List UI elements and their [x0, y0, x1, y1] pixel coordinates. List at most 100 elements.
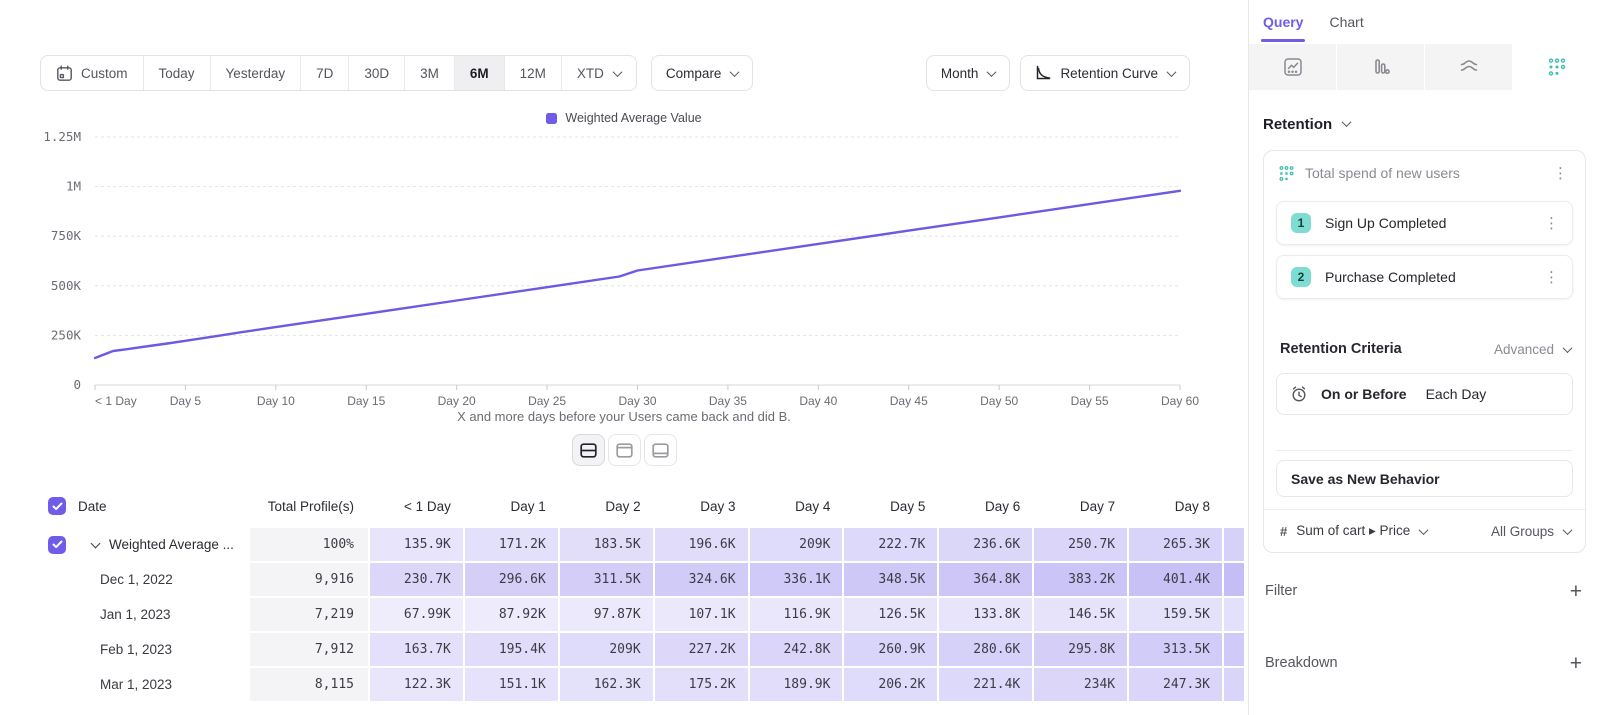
retention-icon — [1547, 57, 1567, 77]
tab-query[interactable]: Query — [1263, 0, 1303, 44]
measurement-selector[interactable]: Sum of cart ▸ Price — [1296, 523, 1482, 539]
date-range-group[interactable]: CustomTodayYesterday7D30D3M6M12MXTD — [40, 55, 637, 91]
header-day: Day 1 — [465, 499, 558, 514]
retention-value-cell: 195.4K — [465, 633, 558, 666]
retention-value-cell: 364.8K — [939, 563, 1032, 596]
retention-value-cell: 163.7K — [370, 633, 463, 666]
table-row[interactable]: Jan 1, 20237,21967.99K87.92K97.87K107.1K… — [40, 596, 1248, 631]
row-checkbox[interactable] — [48, 536, 66, 554]
kebab-menu-icon[interactable]: ⋮ — [1541, 268, 1562, 286]
retention-value-cell: 230.7K — [370, 563, 463, 596]
chevron-down-icon[interactable] — [91, 538, 101, 548]
row-date: Jan 1, 2023 — [40, 598, 248, 631]
chevron-down-icon — [612, 67, 622, 77]
retention-value-cell: 107.1K — [655, 598, 748, 631]
x-axis-label: Day 15 — [347, 394, 385, 408]
retention-value-cell: 383.2K — [1034, 563, 1127, 596]
tab-chart[interactable]: Chart — [1329, 0, 1363, 44]
number-type-icon: # — [1280, 524, 1287, 539]
save-as-new-behavior-button[interactable]: Save as New Behavior — [1276, 460, 1573, 497]
layout-split-button[interactable] — [572, 434, 605, 466]
chevron-down-icon — [1419, 525, 1429, 535]
x-axis-label: Day 55 — [1071, 394, 1109, 408]
range-yesterday[interactable]: Yesterday — [210, 56, 301, 90]
table-row[interactable]: Dec 1, 20229,916230.7K296.6K311.5K324.6K… — [40, 561, 1248, 596]
chevron-down-icon — [1167, 67, 1177, 77]
y-axis-label: 1.25M — [43, 129, 81, 144]
range-3m[interactable]: 3M — [404, 56, 454, 90]
x-axis-label: Day 45 — [890, 394, 928, 408]
y-axis-label: 0 — [73, 377, 81, 392]
retention-value-cell: 313.5K — [1129, 633, 1222, 666]
query-panel: Query Chart — [1248, 0, 1600, 715]
retention-value-cell: 67.99K — [370, 598, 463, 631]
range-12m[interactable]: 12M — [504, 56, 561, 90]
layout-chart-top-button[interactable] — [608, 434, 641, 466]
retention-value-cell: 295.8K — [1034, 633, 1127, 666]
step-number-badge: 2 — [1291, 267, 1311, 287]
retention-value-cell: 247.3K — [1129, 668, 1222, 701]
report-retention-tile[interactable] — [1512, 44, 1600, 90]
retention-value-cell: 280.6K — [939, 633, 1032, 666]
behavior-title: Total spend of new users — [1305, 165, 1540, 181]
retention-value-cell: 151.1K — [465, 668, 558, 701]
range-7d[interactable]: 7D — [300, 56, 348, 90]
range-custom[interactable]: Custom — [41, 56, 143, 90]
table-row[interactable]: Weighted Average ...100%135.9K171.2K183.… — [40, 526, 1248, 561]
retention-value-cell: 221.4K — [939, 668, 1032, 701]
report-funnels-tile[interactable] — [1336, 44, 1424, 90]
retention-value-cell: 234K — [1034, 668, 1127, 701]
panel-tabs: Query Chart — [1249, 0, 1600, 44]
retention-value-cell: 122.3K — [370, 668, 463, 701]
clipped-value-cell — [1224, 528, 1244, 561]
insights-icon — [1283, 57, 1303, 77]
granularity-button[interactable]: Month — [926, 55, 1011, 91]
report-flows-tile[interactable] — [1424, 44, 1512, 90]
report-insights-tile[interactable] — [1249, 44, 1336, 90]
split-horizontal-icon — [580, 443, 597, 458]
table-row[interactable]: Feb 1, 20237,912163.7K195.4K209K227.2K24… — [40, 631, 1248, 666]
header-day: Day 3 — [655, 499, 748, 514]
layout-toggle-group — [0, 434, 1248, 466]
clipped-value-cell — [1224, 563, 1244, 596]
funnels-icon — [1371, 57, 1391, 77]
add-filter-button[interactable]: + — [1570, 581, 1582, 602]
header-day: Day 6 — [939, 499, 1032, 514]
retention-chart-svg: 0250K500K750K1M1.25M< 1 DayDay 5Day 10Da… — [0, 125, 1225, 415]
range-6m[interactable]: 6M — [454, 56, 504, 90]
x-axis-label: Day 10 — [257, 394, 295, 408]
range-today[interactable]: Today — [143, 56, 210, 90]
range-xtd[interactable]: XTD — [561, 56, 636, 90]
range-30d[interactable]: 30D — [348, 56, 404, 90]
kebab-menu-icon[interactable]: ⋮ — [1550, 164, 1571, 182]
x-axis-label: Day 50 — [980, 394, 1018, 408]
retention-value-cell: 116.9K — [750, 598, 843, 631]
retention-value-cell: 135.9K — [370, 528, 463, 561]
chart-type-button[interactable]: Retention Curve — [1020, 55, 1190, 91]
step-sign-up-completed[interactable]: 1 Sign Up Completed ⋮ — [1276, 201, 1573, 245]
criteria-condition[interactable]: On or Before Each Day — [1276, 373, 1573, 415]
breakdown-label: Breakdown — [1265, 655, 1338, 671]
step-purchase-completed[interactable]: 2 Purchase Completed ⋮ — [1276, 255, 1573, 299]
retention-value-cell: 236.6K — [939, 528, 1032, 561]
kebab-menu-icon[interactable]: ⋮ — [1541, 214, 1562, 232]
cell-total-profiles: 9,916 — [250, 563, 368, 596]
panel-body: Retention Total spend of new users ⋮ 1 — [1249, 90, 1600, 677]
header-day: Day 4 — [750, 499, 843, 514]
retention-value-cell: 162.3K — [560, 668, 653, 701]
retention-section-toggle[interactable]: Retention — [1263, 116, 1586, 133]
groups-selector[interactable]: All Groups — [1491, 524, 1571, 539]
step-number-badge: 1 — [1291, 213, 1311, 233]
add-breakdown-button[interactable]: + — [1570, 653, 1582, 674]
advanced-toggle[interactable]: Advanced — [1494, 342, 1571, 357]
header-date: Date — [40, 497, 248, 515]
compare-button[interactable]: Compare — [651, 55, 754, 91]
check-icon — [52, 540, 63, 549]
table-row[interactable]: Mar 1, 20238,115122.3K151.1K162.3K175.2K… — [40, 666, 1248, 701]
layout-chart-bottom-button[interactable] — [644, 434, 677, 466]
clipped-value-cell — [1224, 668, 1244, 701]
criteria-title: Retention Criteria — [1280, 341, 1402, 357]
header-day: Day 8 — [1129, 499, 1222, 514]
row-checkbox[interactable] — [48, 497, 66, 515]
chevron-down-icon — [1342, 117, 1352, 127]
